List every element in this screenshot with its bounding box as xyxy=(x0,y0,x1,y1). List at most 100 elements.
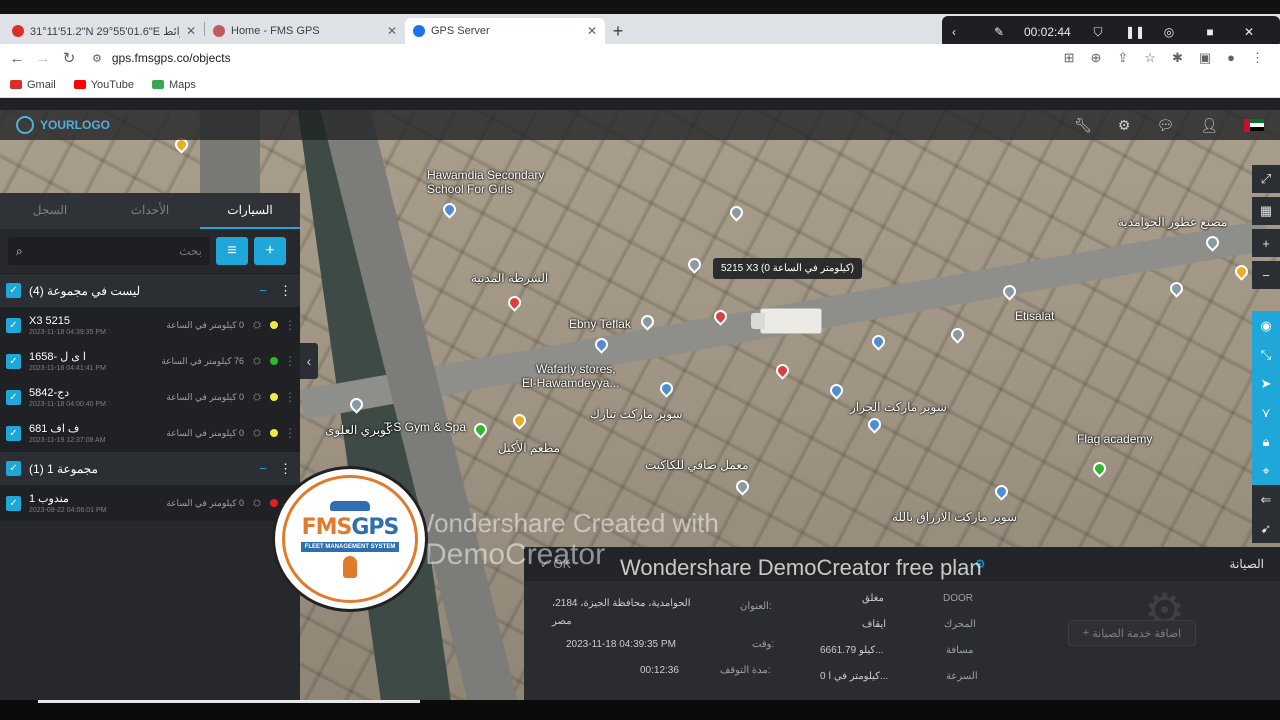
list-menu-button[interactable]: ≡ xyxy=(216,237,248,265)
wrench-icon[interactable]: 🔧︎ xyxy=(1074,117,1092,134)
vehicle-marker[interactable] xyxy=(751,308,822,334)
uae-flag-icon[interactable] xyxy=(1244,118,1264,132)
bookmark-youtube[interactable]: YouTube xyxy=(73,79,134,91)
collapse-panel-button[interactable]: ‹ xyxy=(300,343,318,379)
map-pin-icon[interactable] xyxy=(992,482,1011,501)
group-header[interactable]: ✓ ليست في مجموعة (4) − ⋮ xyxy=(0,273,300,307)
collapse-icon[interactable]: − xyxy=(259,283,267,299)
chevron-left-icon[interactable]: ‹ xyxy=(952,25,974,39)
browser-tab-maps[interactable]: 31°11'51.2"N 29°55'01.6"E خرائط ✕ xyxy=(4,18,204,44)
forward-icon[interactable]: → xyxy=(30,50,56,67)
close-icon[interactable]: ✕ xyxy=(587,24,597,38)
map-layers-icon[interactable]: ▦ xyxy=(1252,197,1280,225)
checkbox[interactable]: ✓ xyxy=(6,495,21,511)
hide-icon[interactable]: ⇐ xyxy=(1252,485,1280,514)
browser-tab-gps-server[interactable]: GPS Server ✕ xyxy=(405,18,605,44)
kebab-menu-icon[interactable]: ⋮ xyxy=(279,461,292,477)
object-row[interactable]: ✓ ا ى ل -1658 2023-11-18 04:41:41 PM 76 كيل… xyxy=(0,343,300,379)
object-row[interactable]: ✓ 5215 X3 2023-11-18 04:39:35 PM 0 كيلومتر … xyxy=(0,307,300,343)
map-pin-icon[interactable] xyxy=(948,325,967,344)
kebab-menu-icon[interactable]: ⋮ xyxy=(284,354,296,368)
place-marker-icon[interactable]: ⌖ xyxy=(1252,456,1280,485)
checkbox[interactable]: ✓ xyxy=(6,461,21,476)
app-logo[interactable]: YOURLOGO xyxy=(16,116,110,134)
kebab-menu-icon[interactable]: ⋮ xyxy=(284,318,296,332)
profile-icon[interactable]: ● xyxy=(1227,50,1235,66)
map-pin-icon[interactable] xyxy=(727,203,746,222)
close-icon[interactable]: ✕ xyxy=(186,24,196,38)
object-row[interactable]: ✓ ف اف 681 2023-11-19 12:37:08 AM 0 كيلومتر… xyxy=(0,415,300,451)
navigation-icon[interactable]: ➤ xyxy=(1252,369,1280,398)
checkbox[interactable]: ✓ xyxy=(6,353,21,369)
fullscreen-icon[interactable]: ⤢ xyxy=(1252,165,1280,193)
back-icon[interactable]: ← xyxy=(4,50,30,67)
url-field[interactable]: gps.fmsgps.co/objects xyxy=(112,51,1064,65)
map-pin-icon[interactable] xyxy=(471,420,490,439)
checkbox[interactable]: ✓ xyxy=(6,389,21,405)
group-header[interactable]: ✓ مجموعة 1 (1) − ⋮ xyxy=(0,451,300,485)
route-icon[interactable]: ⋎ xyxy=(1252,398,1280,427)
map-pin-icon[interactable] xyxy=(827,381,846,400)
translate-icon[interactable]: ⊞ xyxy=(1064,50,1075,66)
map-pin-icon[interactable] xyxy=(1090,459,1109,478)
new-tab-button[interactable]: + xyxy=(605,18,631,44)
settings-icon[interactable]: ⚙ xyxy=(1118,117,1131,134)
add-maintenance-button[interactable]: اضافة خدمة الصيانة + xyxy=(1068,620,1196,646)
map-pin-icon[interactable] xyxy=(869,332,888,351)
collapse-icon[interactable]: − xyxy=(259,461,267,477)
checkbox[interactable]: ✓ xyxy=(6,317,21,333)
map-pin-icon[interactable] xyxy=(865,415,884,434)
bookmark-gmail[interactable]: Gmail xyxy=(10,79,56,91)
bookmark-maps[interactable]: Maps xyxy=(151,79,196,91)
sidepanel-icon[interactable]: ▣ xyxy=(1199,50,1211,66)
map-pin-icon[interactable] xyxy=(510,411,529,430)
pen-icon[interactable]: ✎ xyxy=(974,25,1024,39)
engine-icon: ⛭ xyxy=(253,355,261,367)
star-icon[interactable]: ☆ xyxy=(1144,50,1156,66)
map-pin-icon[interactable] xyxy=(1167,279,1186,298)
show-objects-icon[interactable]: ◉ xyxy=(1252,311,1280,340)
add-object-button[interactable]: + xyxy=(254,237,286,265)
lock-icon[interactable]: 🔒︎ xyxy=(1252,427,1280,456)
map-pin-icon[interactable] xyxy=(505,293,524,312)
checkbox[interactable]: ✓ xyxy=(6,425,21,441)
map-pin-icon[interactable] xyxy=(657,379,676,398)
kebab-menu-icon[interactable]: ⋮ xyxy=(279,283,292,299)
object-row[interactable]: ✓ دج-5842 2023-11-18 04:00:40 PM 0 كيلومتر … xyxy=(0,379,300,415)
browser-tab-fms-home[interactable]: Home - FMS GPS ✕ xyxy=(205,18,405,44)
tab-maintenance[interactable]: الصيانة xyxy=(1230,557,1264,571)
close-icon[interactable]: ✕ xyxy=(1234,25,1264,39)
shield-icon[interactable]: ⛉ xyxy=(1078,25,1118,40)
tab-vehicles[interactable]: السيارات xyxy=(200,193,300,229)
extensions-icon[interactable]: ✱ xyxy=(1172,50,1183,66)
share-icon[interactable]: ⇪ xyxy=(1117,50,1128,66)
tab-events[interactable]: الأحداث xyxy=(100,193,200,229)
pointer-icon[interactable]: ➹ xyxy=(1252,514,1280,543)
map-pin-icon[interactable] xyxy=(1232,262,1251,281)
reload-icon[interactable]: ↻ xyxy=(56,49,82,67)
fit-bounds-icon[interactable]: ⤡ xyxy=(1252,340,1280,369)
map-pin-icon[interactable] xyxy=(773,361,792,380)
site-info-icon[interactable]: ⚙ xyxy=(92,52,102,65)
pause-icon[interactable]: ❚❚ xyxy=(1118,25,1152,39)
close-icon[interactable]: ✕ xyxy=(387,24,397,38)
chat-icon[interactable]: 💬︎ xyxy=(1156,117,1174,134)
object-row[interactable]: ✓ مندوب 1 2023-09-22 04:06:01 PM 0 كيلومتر … xyxy=(0,485,300,521)
object-time: 2023-11-18 04:41:41 PM xyxy=(29,365,106,372)
zoom-in-button[interactable]: + xyxy=(1252,229,1280,257)
map-pin-icon[interactable] xyxy=(685,255,704,274)
kebab-menu-icon[interactable]: ⋮ xyxy=(284,390,296,404)
tab-title: 31°11'51.2"N 29°55'01.6"E خرائط xyxy=(30,25,180,38)
menu-icon[interactable]: ⋮ xyxy=(1251,50,1264,66)
zoom-icon[interactable]: ⊕ xyxy=(1090,50,1101,66)
restart-icon[interactable]: ◎ xyxy=(1152,25,1186,39)
search-input[interactable]: بحث ⌕ xyxy=(8,237,210,265)
checkbox[interactable]: ✓ xyxy=(6,283,21,298)
map-pin-icon[interactable] xyxy=(733,477,752,496)
tab-history[interactable]: السجل xyxy=(0,193,100,229)
zoom-out-button[interactable]: − xyxy=(1252,261,1280,289)
kebab-menu-icon[interactable]: ⋮ xyxy=(284,426,296,440)
map-pin-icon[interactable] xyxy=(440,200,459,219)
stop-icon[interactable]: ■ xyxy=(1186,25,1234,39)
user-icon[interactable]: 👤︎ xyxy=(1200,117,1218,134)
